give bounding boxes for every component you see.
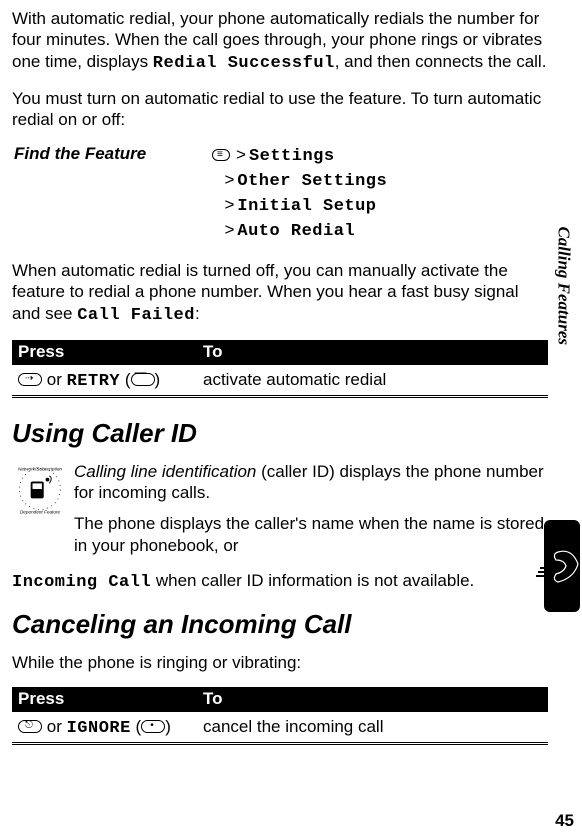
caller-id-text: Calling line identification (caller ID) … bbox=[74, 461, 548, 566]
find-feature-label: Find the Feature bbox=[12, 144, 212, 244]
retry-press-cell: or RETRY () bbox=[18, 370, 203, 391]
retry-table: Press To or RETRY () activate automatic … bbox=[12, 340, 548, 398]
path-auto-redial: Auto Redial bbox=[237, 222, 355, 241]
retry-label: RETRY bbox=[67, 372, 121, 391]
table-head-press: Press bbox=[18, 689, 203, 709]
chevron-right-icon: > bbox=[224, 220, 234, 239]
chevron-right-icon: > bbox=[236, 145, 246, 164]
svg-text:Dependent Feature: Dependent Feature bbox=[20, 509, 61, 514]
canceling-call-intro: While the phone is ringing or vibrating: bbox=[12, 652, 548, 673]
table-row: or RETRY () activate automatic redial bbox=[12, 365, 548, 395]
redial-successful-label: Redial Successful bbox=[153, 54, 335, 73]
or-text: or bbox=[47, 717, 62, 736]
find-feature-block: Find the Feature >Settings >Other Settin… bbox=[12, 144, 548, 244]
chevron-right-icon: > bbox=[224, 195, 234, 214]
table-head-to: To bbox=[203, 689, 542, 709]
page-number: 45 bbox=[555, 811, 574, 831]
ignore-press-cell: or IGNORE () bbox=[18, 717, 203, 738]
find-feature-path: >Settings >Other Settings >Initial Setup… bbox=[212, 144, 387, 244]
caller-id-continuation: Incoming Call when caller ID information… bbox=[12, 570, 548, 593]
intro-paragraph-2: You must turn on automatic redial to use… bbox=[12, 88, 548, 131]
handset-icon bbox=[534, 546, 582, 586]
ignore-table: Press To or IGNORE () cancel the incomin… bbox=[12, 687, 548, 745]
table-head-to: To bbox=[203, 342, 542, 362]
canceling-call-heading: Canceling an Incoming Call bbox=[12, 609, 548, 640]
end-key-icon bbox=[18, 720, 42, 733]
manual-redial-paragraph: When automatic redial is turned off, you… bbox=[12, 260, 548, 326]
svg-text:Network/Subscription: Network/Subscription bbox=[18, 466, 62, 471]
send-key-icon bbox=[18, 373, 42, 386]
table-head-press: Press bbox=[18, 342, 203, 362]
table-row: or IGNORE () cancel the incoming call bbox=[12, 712, 548, 742]
intro-paragraph-1: With automatic redial, your phone automa… bbox=[12, 8, 548, 74]
caller-id-p1: Calling line identification (caller ID) … bbox=[74, 461, 548, 504]
chevron-right-icon: > bbox=[224, 170, 234, 189]
network-subscription-icon: Network/Subscription Dependent Feature bbox=[12, 461, 68, 517]
intro-p1-post: , and then connects the call. bbox=[335, 52, 547, 71]
table-head: Press To bbox=[12, 340, 548, 365]
path-initial-setup: Initial Setup bbox=[237, 197, 376, 216]
using-caller-id-heading: Using Caller ID bbox=[12, 418, 548, 449]
menu-key-icon bbox=[212, 149, 230, 161]
or-text: or bbox=[47, 370, 62, 389]
incoming-call-label: Incoming Call bbox=[12, 573, 151, 592]
call-failed-label: Call Failed bbox=[77, 306, 195, 325]
soft-right-key-icon bbox=[141, 720, 165, 733]
table-head: Press To bbox=[12, 687, 548, 712]
retry-to-cell: activate automatic redial bbox=[203, 370, 542, 391]
side-section-label: Calling Features bbox=[554, 226, 574, 345]
path-other-settings: Other Settings bbox=[237, 172, 387, 191]
calling-line-id-em: Calling line identification bbox=[74, 462, 256, 481]
side-tab bbox=[544, 520, 580, 612]
soft-left-key-icon bbox=[131, 373, 155, 386]
ignore-to-cell: cancel the incoming call bbox=[203, 717, 542, 738]
caller-id-cont-post: when caller ID information is not availa… bbox=[151, 571, 474, 590]
manual-p-post: : bbox=[195, 304, 200, 323]
path-settings: Settings bbox=[249, 147, 335, 166]
ignore-label: IGNORE bbox=[67, 719, 131, 738]
caller-id-block: Network/Subscription Dependent Feature C… bbox=[12, 461, 548, 566]
caller-id-p2: The phone displays the caller's name whe… bbox=[74, 513, 548, 556]
